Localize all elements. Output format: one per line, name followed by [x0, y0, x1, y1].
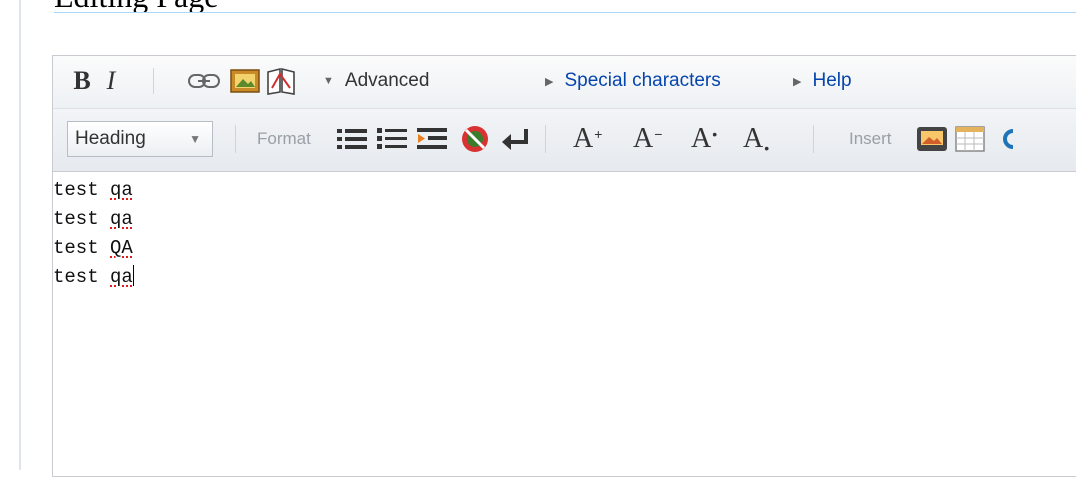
misspelled-word: qa — [110, 266, 133, 288]
text-line: test qa — [53, 176, 1076, 205]
special-characters-label: Special characters — [564, 70, 721, 91]
insert-group-label: Insert — [849, 129, 892, 148]
misspelled-word: QA — [110, 237, 133, 259]
toolbar-divider — [235, 125, 236, 153]
text-word: test — [53, 266, 99, 288]
main-toolbar: B I ▼ Advanced ▶ Special characters ▶ He… — [53, 56, 1076, 109]
superscript-mark: • — [712, 126, 718, 142]
indent-icon[interactable] — [415, 123, 449, 155]
text-word: test — [53, 179, 99, 201]
collapsed-triangle-icon: ▶ — [793, 75, 802, 88]
redirect-icon[interactable] — [995, 123, 1019, 155]
small-text-button[interactable]: A − — [633, 121, 662, 157]
small-text-letter: A — [633, 123, 654, 154]
nowiki-icon[interactable] — [459, 123, 493, 155]
embedded-file-icon[interactable] — [229, 66, 261, 96]
chevron-down-icon: ▼ — [189, 132, 201, 146]
text-word: test — [53, 208, 99, 230]
text-line: test QA — [53, 234, 1076, 263]
misspelled-word: qa — [110, 179, 133, 201]
left-rule — [19, 0, 21, 470]
text-caret — [132, 265, 134, 286]
big-text-letter: A — [573, 123, 594, 154]
big-text-button[interactable]: A + — [573, 121, 602, 157]
table-icon[interactable] — [953, 123, 987, 155]
heading-select[interactable]: Heading ▼ — [67, 121, 213, 157]
advanced-menu[interactable]: ▼ Advanced — [323, 64, 429, 98]
newline-icon[interactable] — [499, 123, 533, 155]
page-heading: Editing Page — [54, 0, 1076, 13]
subscript-letter: A — [743, 123, 764, 154]
misspelled-word: qa — [110, 208, 133, 230]
text-area[interactable]: test qa test qa test QA test qa — [53, 176, 1076, 292]
collapsed-triangle-icon: ▶ — [545, 75, 554, 88]
toolbar-divider — [813, 125, 814, 153]
wikitext-editor: B I ▼ Advanced ▶ Special characters ▶ He… — [52, 55, 1076, 477]
heading-select-value: Heading — [75, 128, 146, 149]
numbered-list-icon[interactable] — [375, 123, 409, 155]
small-text-mark: − — [654, 126, 663, 142]
superscript-letter: A — [691, 123, 712, 154]
reference-icon[interactable] — [265, 65, 297, 97]
page-heading-cropped: Editing Page — [54, 0, 218, 12]
text-word: test — [53, 237, 99, 259]
italic-button[interactable]: I — [100, 64, 122, 98]
text-line: test qa — [53, 205, 1076, 234]
subscript-mark: • — [764, 140, 770, 156]
subscript-button[interactable]: A • — [743, 121, 769, 157]
expanded-triangle-icon: ▼ — [323, 75, 334, 87]
superscript-button[interactable]: A • — [691, 121, 717, 157]
link-icon[interactable] — [187, 68, 221, 94]
format-group-label: Format — [257, 129, 311, 148]
advanced-toolbar: Heading ▼ Format A + A − A • A • Insert — [53, 109, 1076, 172]
bulleted-list-icon[interactable] — [335, 123, 369, 155]
bold-button[interactable]: B — [69, 64, 95, 98]
text-line: test qa — [53, 263, 1076, 292]
help-label: Help — [812, 70, 852, 91]
toolbar-divider — [545, 125, 546, 153]
toolbar-divider — [153, 68, 154, 94]
big-text-mark: + — [594, 126, 603, 142]
advanced-label: Advanced — [344, 70, 430, 91]
special-characters-menu[interactable]: ▶ Special characters — [545, 64, 721, 98]
picture-gallery-icon[interactable] — [915, 123, 949, 155]
help-menu[interactable]: ▶ Help — [793, 64, 852, 98]
